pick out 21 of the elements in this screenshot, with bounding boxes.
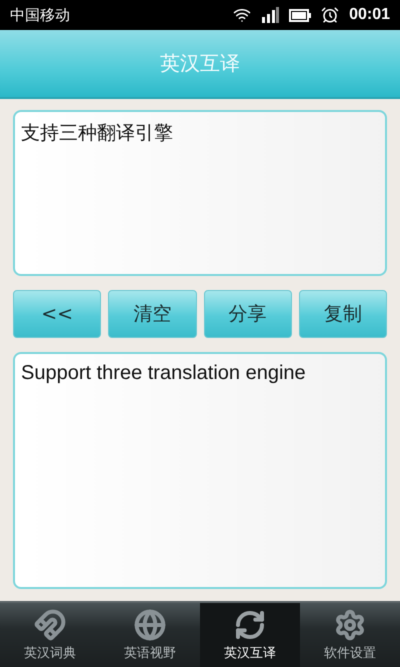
tab[interactable]: 英汉互译 bbox=[200, 603, 300, 667]
output-field[interactable]: Support three translation engine bbox=[13, 352, 387, 589]
magnet-icon bbox=[34, 608, 66, 640]
tab[interactable]: 英语视野 bbox=[100, 603, 200, 667]
clear-button[interactable]: 清空 bbox=[108, 290, 196, 338]
refresh-icon bbox=[234, 608, 266, 640]
alarm-icon bbox=[321, 6, 340, 24]
wifi-icon bbox=[233, 6, 252, 24]
share-button[interactable]: 分享 bbox=[204, 290, 292, 338]
globe-icon bbox=[134, 608, 166, 640]
tab[interactable]: 软件设置 bbox=[300, 603, 400, 667]
page-title: 英汉互译 bbox=[160, 50, 240, 77]
carrier-name: 中国移动 bbox=[10, 6, 71, 24]
clock-time: 00:01 bbox=[349, 6, 390, 24]
back-button[interactable]: << bbox=[13, 290, 102, 338]
signal-icon bbox=[261, 7, 280, 23]
copy-button[interactable]: 复制 bbox=[298, 290, 387, 338]
input-field[interactable]: 支持三种翻译引擎 bbox=[13, 110, 387, 276]
tab[interactable]: 英汉词典 bbox=[0, 603, 100, 667]
settings-icon bbox=[334, 608, 366, 640]
battery-icon bbox=[289, 8, 312, 22]
